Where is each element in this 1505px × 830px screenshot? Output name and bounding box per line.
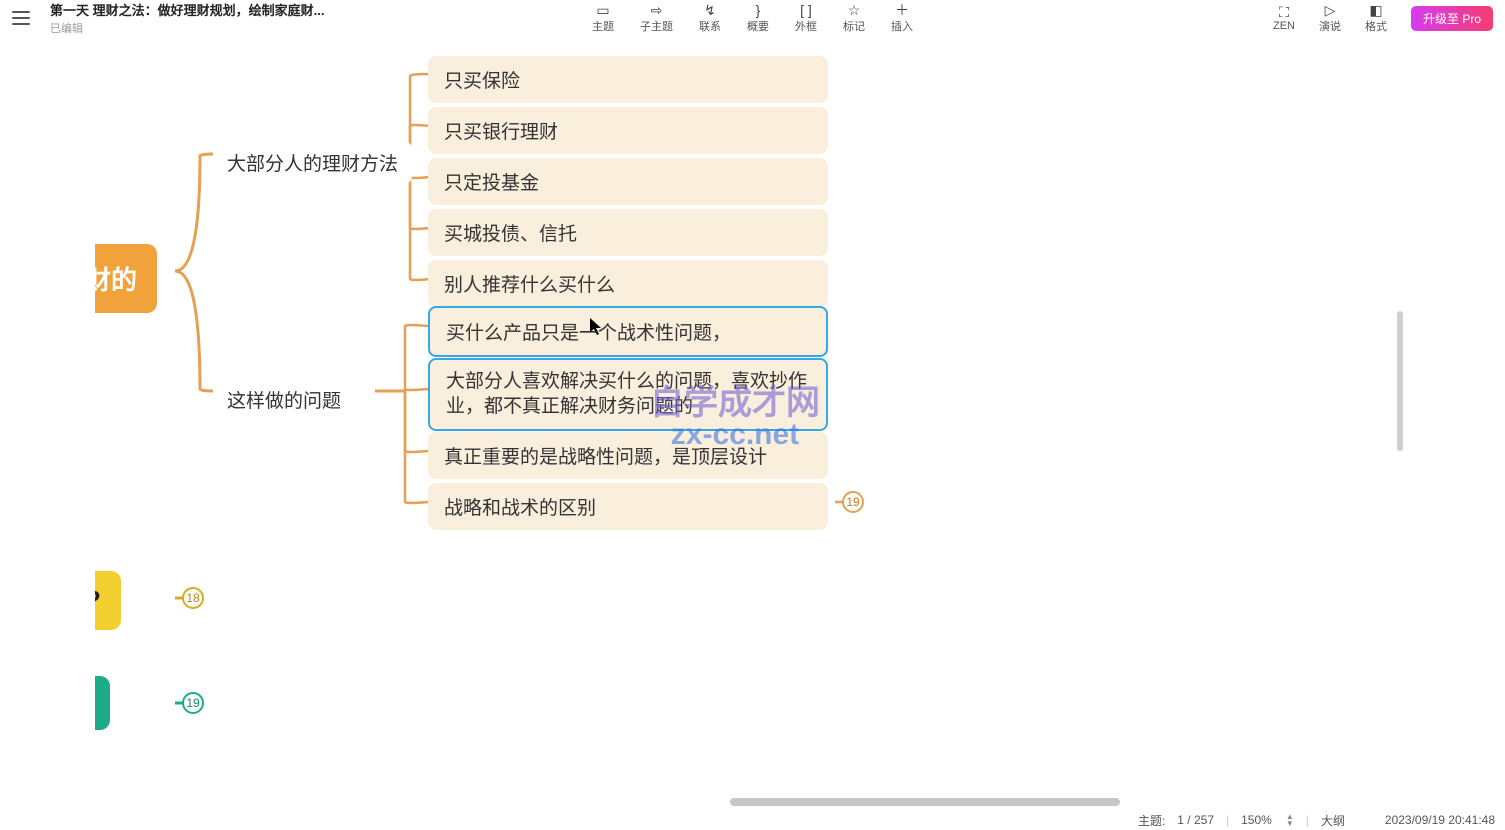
document-title: 第一天 理财之法：做好理财规划，绘制家庭财... xyxy=(50,0,324,19)
insert-button[interactable]: ＋插入 xyxy=(891,2,913,34)
marker-icon: ☆ xyxy=(845,2,863,18)
present-button[interactable]: ▷演说 xyxy=(1319,2,1341,34)
root-topic-1[interactable]: 财的 xyxy=(95,244,157,313)
boundary-button[interactable]: [ ]外框 xyxy=(795,2,817,34)
upgrade-pro-button[interactable]: 升级至 Pro xyxy=(1411,6,1493,31)
subtopic-button[interactable]: ⇨子主题 xyxy=(640,2,673,34)
vertical-scrollbar[interactable] xyxy=(1397,46,1405,794)
horizontal-scrollbar[interactable] xyxy=(95,798,1410,808)
document-status: 已编辑 xyxy=(50,20,324,36)
collapse-badge-18[interactable]: 18 xyxy=(182,587,204,609)
branch-methods[interactable]: 大部分人的理财方法 xyxy=(213,141,412,184)
present-icon: ▷ xyxy=(1321,2,1339,18)
marker-button[interactable]: ☆标记 xyxy=(843,2,865,34)
timestamp: 2023/09/19 20:41:48 xyxy=(1385,813,1495,827)
node-b2-3[interactable]: 真正重要的是战略性问题，是顶层设计 xyxy=(428,432,828,479)
zen-button[interactable]: ⛶ZEN xyxy=(1273,4,1295,32)
node-b1-5[interactable]: 别人推荐什么买什么 xyxy=(428,260,828,307)
collapse-badge-19a[interactable]: 19 xyxy=(182,692,204,714)
subtopic-icon: ⇨ xyxy=(648,2,666,18)
topic-button[interactable]: ▭主题 xyxy=(592,2,614,34)
top-toolbar: 第一天 理财之法：做好理财规划，绘制家庭财... 已编辑 ▭主题 ⇨子主题 ↯联… xyxy=(0,0,1505,36)
topic-count-value: 1 / 257 xyxy=(1177,813,1214,827)
node-b2-4[interactable]: 战略和战术的区别 xyxy=(428,483,828,530)
topic-count-label: 主题: xyxy=(1138,812,1165,829)
node-b1-2[interactable]: 只买银行理财 xyxy=(428,107,828,154)
relation-icon: ↯ xyxy=(701,2,719,18)
topic-icon: ▭ xyxy=(594,2,612,18)
node-b1-3[interactable]: 只定投基金 xyxy=(428,158,828,205)
outline-button[interactable]: 大纲 xyxy=(1321,812,1345,829)
format-button[interactable]: ◧格式 xyxy=(1365,2,1387,34)
mindmap-canvas[interactable]: 财的 ? 18 19 大部分人的理财方法 这样做的问题 只买保险 只买银行理财 … xyxy=(95,46,1410,794)
node-b1-1[interactable]: 只买保险 xyxy=(428,56,828,103)
menu-icon[interactable] xyxy=(12,11,30,25)
node-b1-4[interactable]: 买城投债、信托 xyxy=(428,209,828,256)
zoom-stepper-icon[interactable]: ▲▼ xyxy=(1286,813,1294,827)
status-bar: 主题: 1 / 257 | 150% ▲▼ | 大纲 2023/09/19 20… xyxy=(0,810,1505,830)
zoom-level[interactable]: 150% xyxy=(1241,813,1272,827)
format-icon: ◧ xyxy=(1367,2,1385,18)
summary-button[interactable]: }概要 xyxy=(747,2,769,34)
insert-icon: ＋ xyxy=(893,2,911,18)
boundary-icon: [ ] xyxy=(797,2,815,18)
collapse-badge-19b[interactable]: 19 xyxy=(842,491,864,513)
summary-icon: } xyxy=(749,2,767,18)
relation-button[interactable]: ↯联系 xyxy=(699,2,721,34)
zen-icon: ⛶ xyxy=(1275,4,1293,20)
node-b2-1-selected[interactable]: 买什么产品只是一个战术性问题， xyxy=(428,306,828,357)
node-b2-2-selected[interactable]: 大部分人喜欢解决买什么的问题，喜欢抄作业，都不真正解决财务问题的 xyxy=(428,358,828,431)
branch-problems[interactable]: 这样做的问题 xyxy=(213,378,355,421)
root-topic-3[interactable] xyxy=(95,676,110,730)
root-topic-2[interactable]: ? xyxy=(95,571,121,630)
